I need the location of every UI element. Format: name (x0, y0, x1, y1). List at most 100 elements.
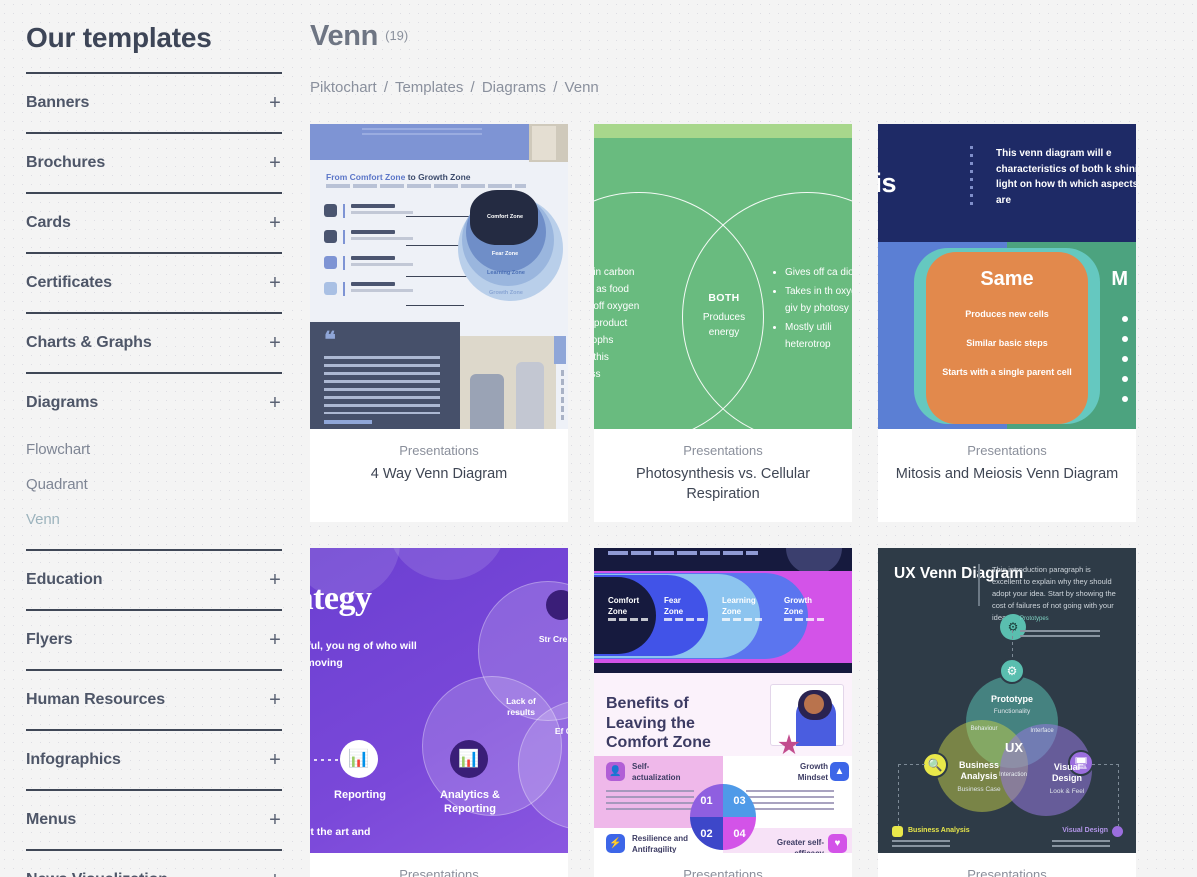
venn-same-item: Produces new cells (965, 309, 1049, 319)
card-title[interactable]: Mitosis and Meiosis Venn Diagram (888, 465, 1126, 485)
node-label: Analytics & Reporting (440, 789, 500, 816)
plus-icon[interactable]: + (268, 810, 282, 830)
accent-bar (343, 256, 345, 270)
node-label: Reporting (334, 789, 386, 802)
sidebar-item-charts-graphs[interactable]: Charts & Graphs + (26, 314, 282, 372)
card-category: Presentations (683, 443, 763, 458)
heart-icon: ♥ (828, 834, 847, 854)
sidebar-item-cards[interactable]: Cards + (26, 194, 282, 252)
plus-icon[interactable]: + (268, 393, 282, 413)
growth-icon (324, 282, 337, 295)
plus-icon[interactable]: + (268, 213, 282, 233)
leader-line (406, 216, 476, 217)
template-thumbnail[interactable]: BOTH Produces energy es in carbon ide as… (594, 124, 852, 429)
sidebar-subitem-flowchart[interactable]: Flowchart (26, 432, 276, 467)
sidebar-item-news-visualization[interactable]: News Visualization + (26, 851, 282, 877)
thumb-heading: rategy (310, 580, 372, 618)
template-card[interactable]: Comfort Zone Fear Zone Learning Zone Gro… (594, 548, 852, 877)
sidebar-item-education[interactable]: Education + (26, 551, 282, 609)
card-category: Presentations (967, 867, 1047, 877)
sidebar-item-certificates[interactable]: Certificates + (26, 254, 282, 312)
card-title[interactable]: Photosynthesis vs. Cellular Respiration (604, 465, 842, 504)
template-card[interactable]: sosis This venn diagram will e character… (878, 124, 1136, 523)
plus-icon[interactable]: + (268, 153, 282, 173)
template-card[interactable]: From Comfort Zone to Growth Zone Comfort… (310, 124, 568, 523)
breadcrumb-separator: / (383, 79, 389, 96)
breadcrumb-item-venn[interactable]: Venn (565, 79, 599, 96)
venn-same-item: Similar basic steps (966, 338, 1048, 348)
sidebar-subitem-quadrant[interactable]: Quadrant (26, 467, 276, 502)
leader-line (406, 305, 464, 306)
card-category: Presentations (683, 867, 763, 877)
sidebar-item-flyers[interactable]: Flyers + (26, 611, 282, 669)
dotted-divider (970, 146, 973, 208)
sidebar-item-brochures[interactable]: Brochures + (26, 134, 282, 192)
bolt-icon: ⚡ (606, 834, 625, 854)
venn-left-items: es in carbon ide as food es off oxygen n… (594, 267, 640, 380)
accent-bar (343, 230, 345, 244)
plus-icon[interactable]: + (268, 570, 282, 590)
templates-page: Our templates Banners + Brochures + Card… (0, 0, 1197, 877)
sidebar-title: Our templates (26, 22, 212, 53)
template-thumbnail[interactable]: Comfort Zone Fear Zone Learning Zone Gro… (594, 548, 852, 854)
breadcrumb: Piktochart / Templates / Diagrams / Venn (310, 79, 1167, 96)
plus-icon[interactable]: + (268, 870, 282, 877)
sidebar-item-label: Diagrams (26, 394, 99, 411)
venn-overlap-label: Behaviour (970, 726, 998, 733)
venn-overlap-label: Str Cre (538, 634, 568, 645)
benefit-title: Self-actualization (632, 762, 681, 782)
diagrams-subnav: Flowchart Quadrant Venn (26, 432, 276, 549)
main-content: Venn (19) Piktochart / Templates / Diagra… (300, 0, 1197, 877)
zone-sub (784, 618, 824, 622)
template-thumbnail[interactable]: From Comfort Zone to Growth Zone Comfort… (310, 124, 568, 429)
sidebar-item-human-resources[interactable]: Human Resources + (26, 671, 282, 729)
venn-right-label: M (1111, 268, 1128, 290)
plus-icon[interactable]: + (268, 630, 282, 650)
template-thumbnail[interactable]: UX Venn Diagram This introduction paragr… (878, 548, 1136, 854)
plus-icon[interactable]: + (268, 690, 282, 710)
venn-right-items: Gives off ca dioxide Takes in th oxygen … (774, 264, 852, 355)
thumb-banner-text (362, 128, 482, 138)
user-icon: 👤 (606, 762, 625, 782)
accent-bar (343, 282, 345, 296)
template-grid: From Comfort Zone to Growth Zone Comfort… (310, 124, 1167, 877)
quote-author (324, 420, 372, 424)
sidebar-item-label: Charts & Graphs (26, 334, 152, 351)
vertical-divider (978, 564, 980, 607)
sidebar-item-label: Cards (26, 214, 71, 231)
venn-same-item: Starts with a single parent cell (942, 367, 1072, 377)
benefit-pie: 01 03 02 04 (690, 784, 756, 851)
plus-icon[interactable]: + (268, 93, 282, 113)
sidebar-item-label: Certificates (26, 274, 112, 291)
venn-overlap-label: Interaction (998, 772, 1028, 779)
plus-icon[interactable]: + (268, 750, 282, 770)
sidebar-subitem-venn[interactable]: Venn (26, 502, 276, 537)
breadcrumb-item-piktochart[interactable]: Piktochart (310, 79, 377, 96)
face-shape (804, 694, 824, 715)
card-title[interactable]: 4 Way Venn Diagram (320, 465, 558, 485)
template-card[interactable]: BOTH Produces energy es in carbon ide as… (594, 124, 852, 523)
side-accent (554, 336, 566, 364)
template-thumbnail[interactable]: sosis This venn diagram will e character… (878, 124, 1136, 429)
sidebar-item-banners[interactable]: Banners + (26, 74, 282, 132)
sidebar-item-diagrams[interactable]: Diagrams + (26, 374, 282, 432)
thumb-note (608, 551, 758, 556)
hand-icon (324, 204, 337, 217)
breadcrumb-separator: / (553, 79, 558, 96)
breadcrumb-item-templates[interactable]: Templates (395, 79, 463, 96)
template-card[interactable]: rategy ccessful, you ng of who will ll t… (310, 548, 568, 877)
plus-icon[interactable]: + (268, 273, 282, 293)
plus-icon[interactable]: + (268, 333, 282, 353)
template-card[interactable]: UX Venn Diagram This introduction paragr… (878, 548, 1136, 877)
bullet-dot (1122, 356, 1128, 362)
benefit-title: Greater self-efficacy (776, 838, 824, 854)
breadcrumb-item-diagrams[interactable]: Diagrams (482, 79, 546, 96)
bolt-icon (324, 230, 337, 243)
template-thumbnail[interactable]: rategy ccessful, you ng of who will ll t… (310, 548, 568, 854)
legend-row (324, 282, 434, 296)
sidebar-item-infographics[interactable]: Infographics + (26, 731, 282, 789)
sidebar-item-menus[interactable]: Menus + (26, 791, 282, 849)
thumb-subtext (326, 184, 526, 188)
bullet-dot (1122, 316, 1128, 322)
chart-icon: 📊 (340, 740, 378, 779)
